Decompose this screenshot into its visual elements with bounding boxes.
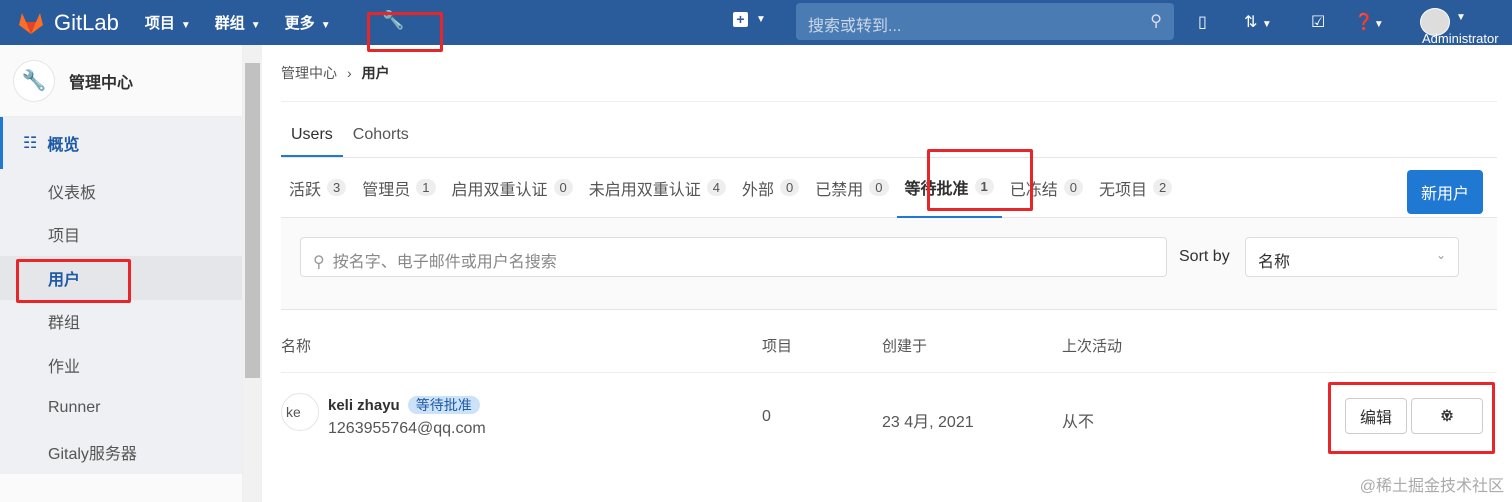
scrollbar-thumb[interactable] bbox=[245, 63, 260, 378]
sidebar-item-runner[interactable]: Runner bbox=[0, 386, 242, 430]
sidebar-title: 管理中心 bbox=[69, 74, 134, 92]
gitlab-logo[interactable]: GitLab bbox=[18, 10, 119, 36]
sidebar-scrollbar[interactable] bbox=[243, 45, 262, 502]
user-avatar[interactable]: ke bbox=[281, 393, 319, 431]
last-activity: 从不 bbox=[1062, 414, 1095, 431]
sidebar-item-groups[interactable]: 群组 bbox=[0, 299, 242, 343]
count-badge: 4 bbox=[706, 179, 726, 196]
filter-bar: ⚲ 按名字、电子邮件或用户名搜索 Sort by 名称 ⌄ bbox=[281, 218, 1497, 310]
new-user-button[interactable]: 新用户 bbox=[1406, 170, 1483, 214]
filter-label: 未启用双重认证 bbox=[588, 181, 701, 199]
wrench-icon: 🔧 bbox=[13, 59, 55, 102]
tabs: Users Cohorts bbox=[281, 102, 1497, 158]
chevron-down-icon: ▼ bbox=[250, 20, 261, 31]
sidebar-item-gitaly[interactable]: Gitaly服务器 bbox=[0, 430, 242, 474]
global-search-input[interactable]: 搜索或转到... ⚲ bbox=[796, 3, 1174, 40]
status-badge: 等待批准 bbox=[407, 396, 480, 414]
chevron-down-icon: ⌄ bbox=[1435, 248, 1446, 262]
nav-label: 群组 bbox=[214, 15, 245, 32]
filter-tab[interactable]: 外部 0 bbox=[734, 158, 807, 218]
new-dropdown-button[interactable]: + ▼ bbox=[733, 12, 766, 27]
brand-name: GitLab bbox=[54, 9, 119, 35]
filter-tab[interactable]: 启用双重认证 0 bbox=[444, 158, 581, 218]
user-search-input[interactable]: ⚲ 按名字、电子邮件或用户名搜索 bbox=[300, 237, 1167, 277]
created-date: 23 4月, 2021 bbox=[882, 414, 974, 431]
sort-select[interactable]: 名称 ⌄ bbox=[1245, 237, 1459, 277]
search-icon: ⚲ bbox=[313, 254, 325, 271]
search-icon: ⚲ bbox=[1150, 13, 1162, 30]
nav-label: 更多 bbox=[284, 15, 315, 32]
filter-label: 管理员 bbox=[362, 181, 411, 199]
breadcrumb-current[interactable]: 用户 bbox=[362, 63, 390, 83]
sidebar-header[interactable]: 🔧 管理中心 bbox=[0, 45, 242, 117]
count-badge: 2 bbox=[1153, 179, 1173, 196]
column-header: 创建于 bbox=[882, 338, 928, 355]
sidebar-item-projects[interactable]: 项目 bbox=[0, 212, 242, 256]
user-name: Administrator bbox=[1422, 31, 1499, 46]
annotation-box bbox=[1328, 382, 1495, 454]
column-header: 上次活动 bbox=[1062, 338, 1123, 355]
count-badge: 0 bbox=[780, 179, 800, 196]
projects-count: 0 bbox=[762, 408, 771, 425]
filter-label: 启用双重认证 bbox=[451, 181, 548, 199]
user-email: 1263955764@qq.com bbox=[328, 420, 486, 437]
todos-icon[interactable]: ☑ bbox=[1311, 12, 1325, 32]
filter-label: 已禁用 bbox=[815, 181, 864, 199]
sidebar-item-dashboard[interactable]: 仪表板 bbox=[0, 169, 242, 213]
chevron-down-icon[interactable]: ▼ bbox=[1456, 12, 1466, 23]
breadcrumb-parent[interactable]: 管理中心 bbox=[281, 63, 337, 83]
user-name: keli zhayu bbox=[328, 397, 400, 414]
nav-projects[interactable]: 项目 ▼ bbox=[145, 12, 191, 33]
count-badge: 0 bbox=[1063, 179, 1083, 196]
merge-requests-icon[interactable]: ⇅ ▼ bbox=[1244, 12, 1272, 32]
filter-tab[interactable]: 未启用双重认证 4 bbox=[581, 158, 734, 218]
tab-users[interactable]: Users bbox=[281, 126, 343, 157]
sidebar-item-jobs[interactable]: 作业 bbox=[0, 343, 242, 387]
list-icon: ☷ bbox=[23, 135, 38, 152]
annotation-box bbox=[927, 149, 1033, 211]
table-header: 名称 项目 创建于 上次活动 bbox=[281, 310, 1497, 373]
nav-groups[interactable]: 群组 ▼ bbox=[215, 12, 261, 33]
column-header: 项目 bbox=[762, 338, 793, 355]
sort-label: Sort by bbox=[1179, 248, 1230, 265]
user-filter-tabs: 活跃 3 管理员 1 启用双重认证 0 未启用双重认证 4 外部 0 已禁用 0 等待批准 1 已冻结 0 无项… bbox=[281, 158, 1497, 218]
count-badge: 3 bbox=[327, 179, 347, 196]
main-content: 管理中心 › 用户 Users Cohorts 活跃 3 管理员 1 启用双重认证 0 未启用双… bbox=[281, 45, 1497, 463]
gitlab-fox-icon bbox=[19, 12, 43, 34]
sort-value: 名称 bbox=[1258, 254, 1291, 271]
sidebar-item-label: 概览 bbox=[47, 137, 80, 154]
search-placeholder: 搜索或转到... bbox=[808, 18, 902, 35]
column-header: 名称 bbox=[281, 338, 312, 355]
count-badge: 0 bbox=[869, 179, 889, 196]
filter-label: 活跃 bbox=[289, 181, 322, 199]
tab-cohorts[interactable]: Cohorts bbox=[343, 126, 419, 157]
breadcrumb-separator: › bbox=[347, 65, 352, 81]
count-badge: 1 bbox=[416, 179, 436, 196]
filter-tab[interactable]: 已禁用 0 bbox=[807, 158, 896, 218]
help-icon[interactable]: ❓▼ bbox=[1354, 12, 1384, 32]
table-row: ke keli zhayu 等待批准 1263955764@qq.com 0 23… bbox=[281, 373, 1497, 463]
filter-tab[interactable]: 无项目 2 bbox=[1091, 158, 1180, 218]
nav-label: 项目 bbox=[144, 15, 175, 32]
sidebar-item-overview[interactable]: ☷ 概览 bbox=[0, 117, 242, 169]
nav-more[interactable]: 更多 ▼ bbox=[285, 12, 331, 33]
filter-tab[interactable]: 管理员 1 bbox=[354, 158, 443, 218]
chevron-down-icon: ▼ bbox=[180, 20, 191, 31]
search-placeholder: 按名字、电子邮件或用户名搜索 bbox=[332, 254, 557, 271]
filter-label: 外部 bbox=[742, 181, 775, 199]
annotation-box bbox=[16, 259, 131, 303]
count-badge: 0 bbox=[553, 179, 573, 196]
user-name-link[interactable]: keli zhayu 等待批准 bbox=[328, 395, 480, 415]
filter-label: 无项目 bbox=[1099, 181, 1148, 199]
watermark: @稀土掘金技术社区 bbox=[1359, 478, 1504, 495]
breadcrumb: 管理中心 › 用户 bbox=[281, 45, 1497, 102]
issues-icon[interactable]: ▯ bbox=[1198, 12, 1207, 32]
filter-tab[interactable]: 活跃 3 bbox=[281, 158, 354, 218]
chevron-down-icon: ▼ bbox=[756, 14, 766, 25]
chevron-down-icon: ▼ bbox=[320, 20, 331, 31]
plus-icon: + bbox=[733, 12, 748, 27]
